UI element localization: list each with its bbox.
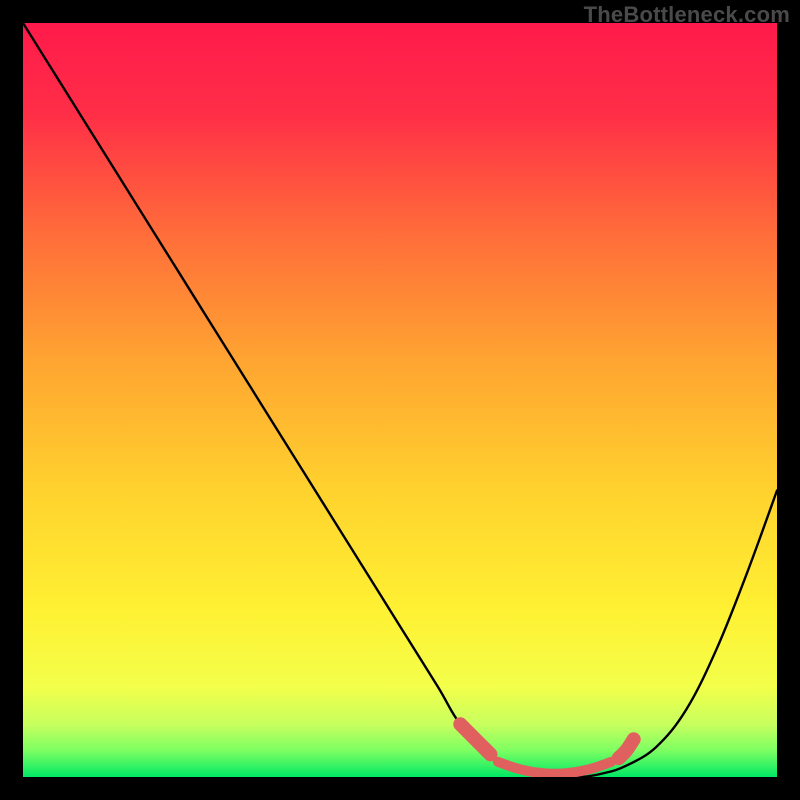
bottleneck-curve [23,23,777,777]
sweet-spot-left-marker [460,724,490,754]
sweet-spot-right-marker [619,739,634,758]
plot-area [23,23,777,777]
curve-layer [23,23,777,777]
sweet-spot-flat-marker [498,762,611,774]
